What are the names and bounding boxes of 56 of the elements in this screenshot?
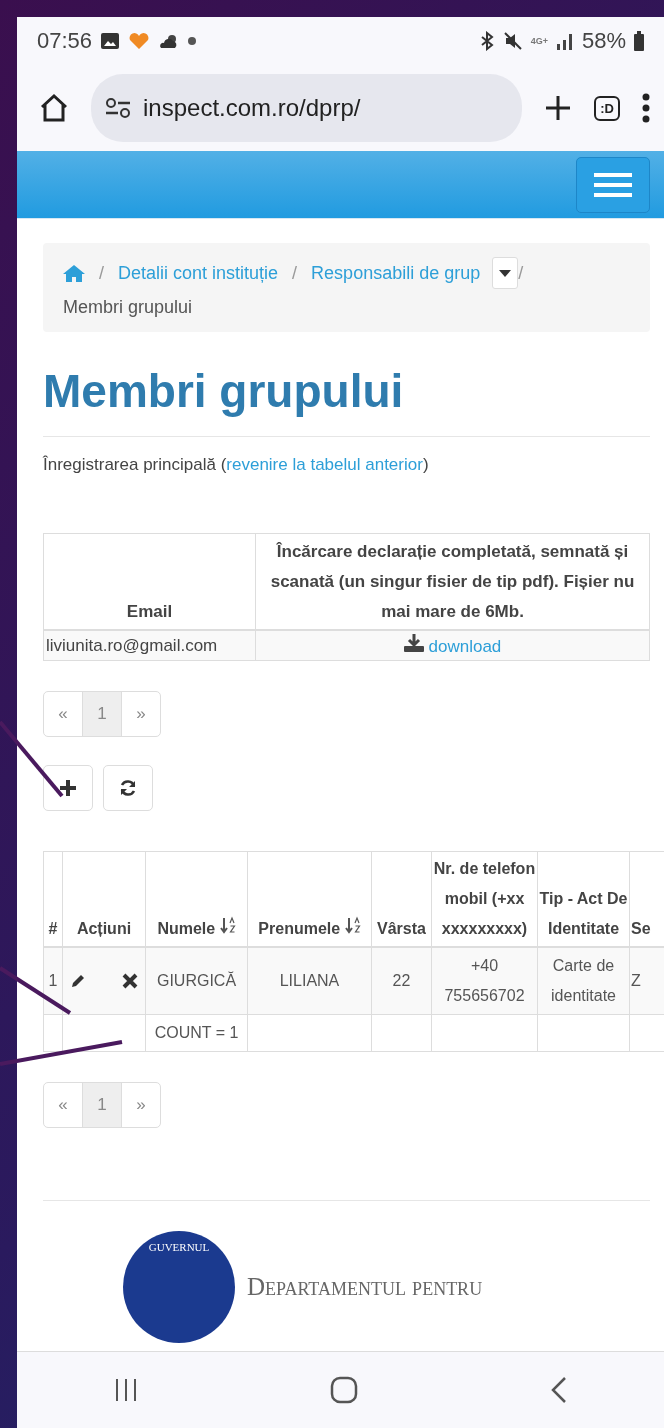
home-icon[interactable] xyxy=(39,93,69,123)
page-link[interactable]: » xyxy=(122,1083,160,1128)
page-title: Membri grupului xyxy=(43,364,405,418)
delete-icon[interactable] xyxy=(122,973,138,990)
breadcrumb-separator: / xyxy=(99,262,104,284)
breadcrumb-link[interactable]: Detalii cont instituție xyxy=(118,262,279,284)
address-bar[interactable]: inspect.com.ro/dprp/ xyxy=(91,74,523,142)
email-cell: liviunita.ro@gmail.com xyxy=(43,630,256,661)
new-tab-icon[interactable] xyxy=(544,94,573,122)
dropdown-button[interactable] xyxy=(492,257,519,289)
plus-icon xyxy=(60,780,76,797)
table-cell: LILIANA xyxy=(247,947,372,1015)
breadcrumb-current: Membri grupului xyxy=(63,297,193,318)
page-link[interactable]: » xyxy=(122,692,160,737)
table-cell: GIURGICĂ xyxy=(145,947,248,1015)
home-button-icon[interactable] xyxy=(330,1376,359,1404)
page-link[interactable]: 1 xyxy=(83,692,122,737)
heart-icon xyxy=(128,32,151,50)
tabs-button[interactable]: :D xyxy=(594,95,620,121)
download-icon xyxy=(403,634,424,653)
back-link[interactable]: revenire la tabelul anterior xyxy=(226,455,423,474)
network-label: 4G+ xyxy=(530,36,548,46)
battery-percent: 58% xyxy=(581,28,626,54)
breadcrumb-separator: / xyxy=(292,262,298,284)
battery-icon xyxy=(634,31,644,51)
menu-icon xyxy=(594,171,632,198)
mute-icon xyxy=(502,31,523,51)
government-emblem: GUVERNUL xyxy=(123,1231,235,1344)
page-link[interactable]: 1 xyxy=(83,1083,122,1128)
department-name: Departamentul pentru xyxy=(247,1273,483,1302)
count-cell: COUNT = 1 xyxy=(145,1014,248,1052)
caret-icon xyxy=(499,269,512,277)
table-cell: Z xyxy=(629,947,664,1015)
sort-icon[interactable] xyxy=(344,916,361,935)
table-cell: Carte de identitate xyxy=(537,947,630,1015)
signal-icon xyxy=(555,32,574,50)
add-button[interactable] xyxy=(43,765,93,812)
clock: 07:56 xyxy=(37,28,93,54)
sort-icon[interactable] xyxy=(219,916,236,935)
table-cell: 1 xyxy=(43,947,63,1015)
download-link[interactable]: download xyxy=(428,637,502,657)
edit-icon[interactable] xyxy=(70,973,86,990)
menu-button[interactable] xyxy=(576,156,650,213)
refresh-button[interactable] xyxy=(103,765,153,812)
back-icon[interactable] xyxy=(550,1376,569,1404)
refresh-icon xyxy=(119,779,137,798)
breadcrumb-link[interactable]: Responsabili de grup xyxy=(311,262,481,284)
table-cell: +40 755656702 xyxy=(431,947,538,1015)
site-settings-icon[interactable] xyxy=(105,97,131,119)
column-header: # xyxy=(43,851,63,948)
dot-icon xyxy=(188,37,197,45)
menu-icon[interactable] xyxy=(642,93,650,123)
intro-text: Înregistrarea principală (revenire la tabelul anterior) xyxy=(43,455,430,475)
image-icon xyxy=(100,32,121,50)
table-cell: 22 xyxy=(371,947,432,1015)
breadcrumb-separator: / xyxy=(518,262,524,284)
